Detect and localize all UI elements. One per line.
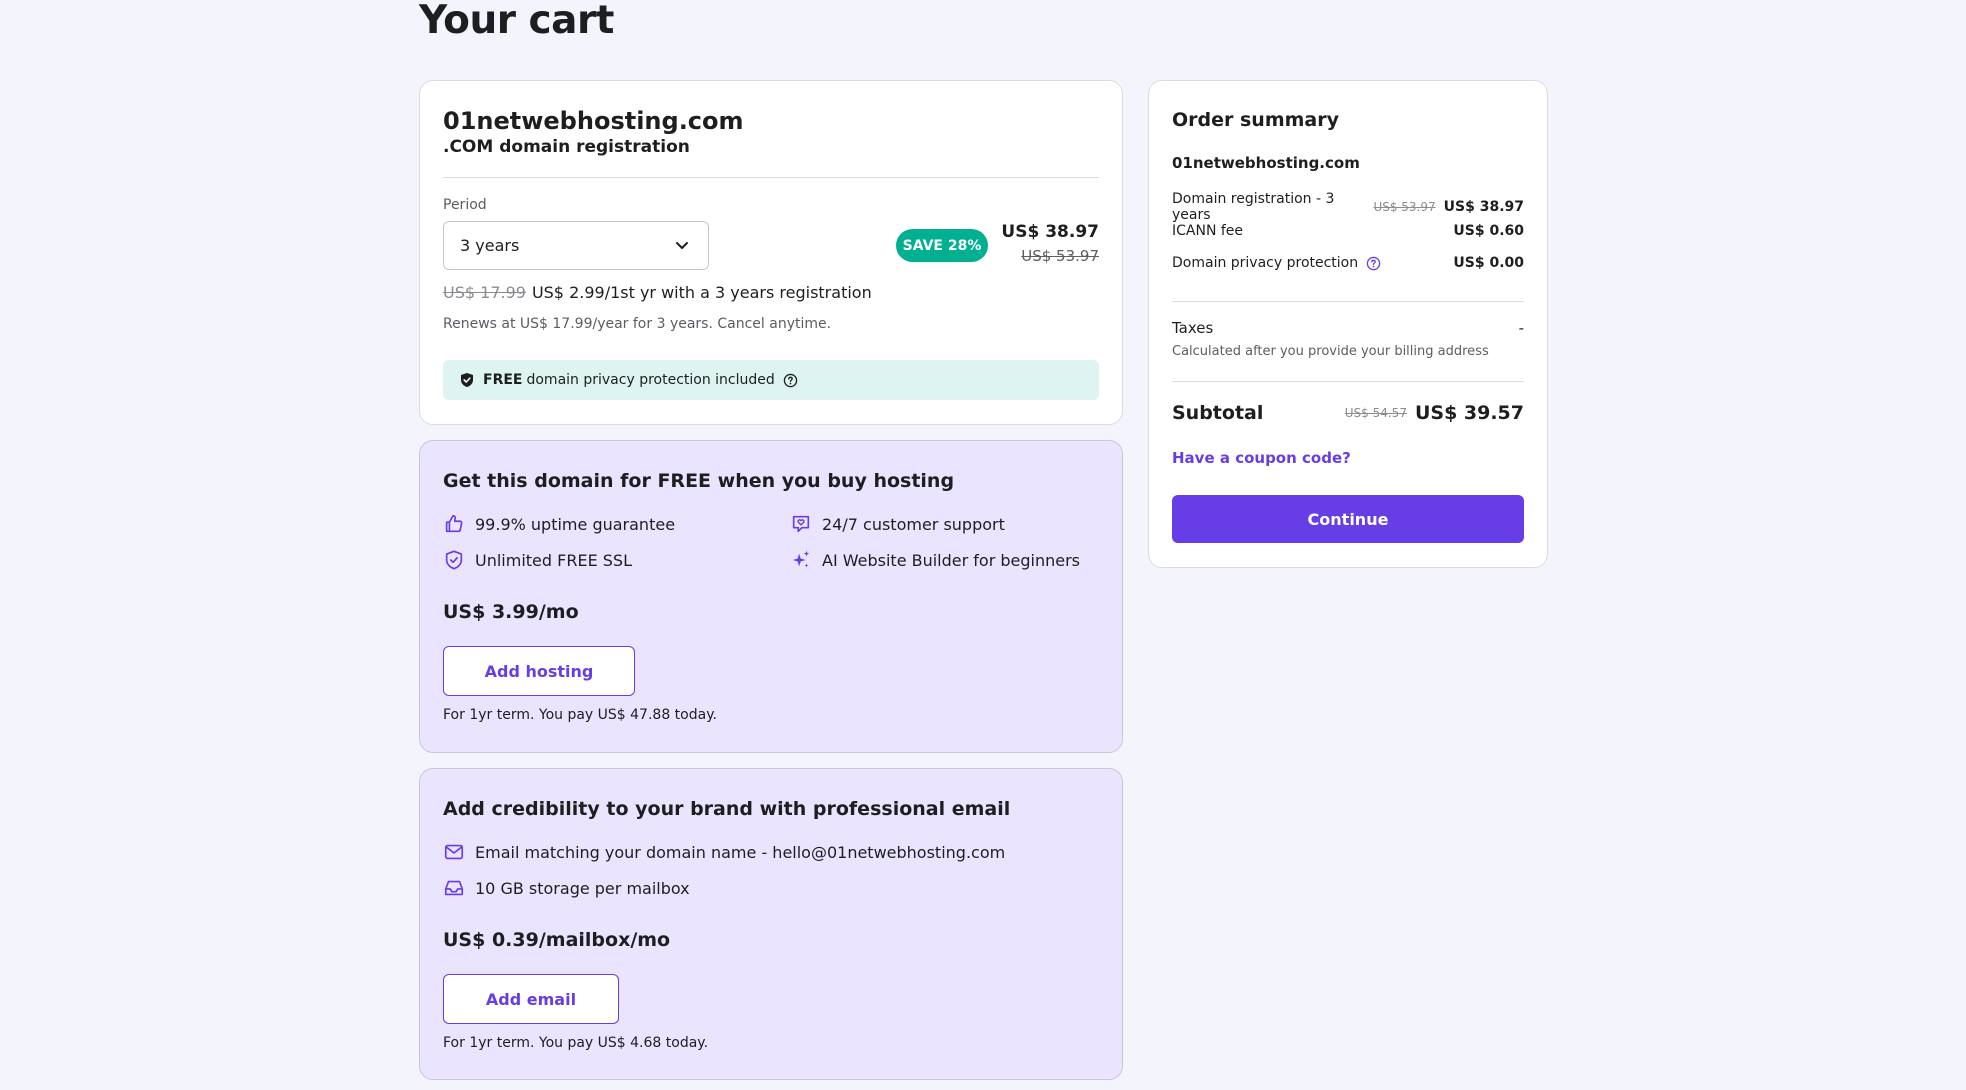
feature-ssl: Unlimited FREE SSL [443,549,632,571]
taxes-note: Calculated after you provide your billin… [1172,344,1489,359]
subtotal-label: Subtotal [1172,402,1264,424]
divider [1172,381,1524,382]
period-select-value: 3 years [460,236,520,255]
taxes-label: Taxes [1172,319,1214,337]
feature-label: Email matching your domain name - hello@… [475,842,1006,862]
domain-card: 01netwebhosting.com .COM domain registra… [419,80,1123,425]
domain-name: 01netwebhosting.com [443,107,744,135]
hosting-term-note: For 1yr term. You pay US$ 47.88 today. [443,707,717,723]
intro-strike-price: US$ 17.99 [443,283,526,302]
subtotal-amounts: US$ 54.57 US$ 39.57 [1345,402,1524,424]
privacy-free-label: FREE [483,372,523,388]
summary-row-label: Domain registration - 3 years [1172,191,1335,223]
summary-row-icann: ICANN fee US$ 0.60 [1172,223,1524,239]
shield-check-icon [445,550,463,570]
taxes-value: - [1518,319,1524,337]
summary-row-label: Domain privacy protection [1172,255,1359,271]
price-was: US$ 53.97 [1021,247,1099,265]
inbox-tray-icon [444,880,464,896]
summary-row-amount: US$ 0.00 [1453,255,1524,271]
question-circle-icon[interactable] [783,373,798,388]
period-label: Period [443,197,487,213]
period-select[interactable]: 3 years [443,221,709,270]
domain-product: .COM domain registration [443,137,690,157]
feature-label: AI Website Builder for beginners [822,550,1081,570]
email-term-note: For 1yr term. You pay US$ 4.68 today. [443,1035,709,1051]
subtotal-old-price: US$ 54.57 [1344,406,1407,420]
privacy-text: domain privacy protection included [526,372,775,388]
feature-support: 24/7 customer support [790,513,1005,535]
chat-heart-icon [792,515,810,533]
feature-email-domain: Email matching your domain name - hello@… [443,841,1005,863]
summary-row-registration: Domain registration - 3 years US$ 53.97 … [1172,191,1524,223]
summary-row-amount: US$ 38.97 [1443,199,1524,215]
summary-row-amount: US$ 0.60 [1453,223,1524,239]
feature-label: 99.9% uptime guarantee [475,514,676,534]
email-price: US$ 0.39/mailbox/mo [443,929,671,951]
email-promo-title: Add credibility to your brand with profe… [443,798,1011,820]
coupon-code-link[interactable]: Have a coupon code? [1172,449,1351,467]
summary-row-privacy: Domain privacy protection US$ 0.00 [1172,255,1524,271]
hosting-promo-card: Get this domain for FREE when you buy ho… [419,440,1123,753]
feature-label: 24/7 customer support [822,514,1005,534]
sparkles-icon [792,550,810,568]
feature-ai-builder: AI Website Builder for beginners [790,549,1080,571]
hosting-price: US$ 3.99/mo [443,601,579,623]
hosting-promo-title: Get this domain for FREE when you buy ho… [443,470,955,492]
feature-label: Unlimited FREE SSL [475,550,632,570]
feature-storage: 10 GB storage per mailbox [443,877,690,899]
order-summary-card: Order summary 01netwebhosting.com Domain… [1148,80,1548,568]
question-circle-icon[interactable] [1366,256,1381,271]
order-summary-title: Order summary [1172,109,1340,131]
divider [1172,301,1524,302]
add-email-button[interactable]: Add email [443,974,619,1024]
price-now: US$ 38.97 [1001,222,1099,242]
summary-domain: 01netwebhosting.com [1172,154,1360,172]
add-hosting-button[interactable]: Add hosting [443,646,635,696]
privacy-banner: FREE domain privacy protection included [443,360,1099,400]
save-badge: SAVE 28% [896,229,988,262]
envelope-icon [444,844,464,860]
renew-text: Renews at US$ 17.99/year for 3 years. Ca… [443,316,832,332]
chevron-down-icon [676,242,688,249]
feature-uptime: 99.9% uptime guarantee [443,513,675,535]
intro-price-line: US$ 17.99 US$ 2.99/1st yr with a 3 years … [443,283,872,302]
divider [443,177,1099,178]
shield-check-icon [461,373,473,387]
subtotal-amount: US$ 39.57 [1414,402,1524,424]
summary-row-label-wrap: Domain privacy protection [1172,255,1453,271]
continue-button[interactable]: Continue [1172,495,1524,543]
summary-row-label: ICANN fee [1172,223,1244,239]
feature-label: 10 GB storage per mailbox [475,878,690,898]
email-promo-card: Add credibility to your brand with profe… [419,768,1123,1080]
page-title: Your cart [419,0,614,43]
summary-row-old-price: US$ 53.97 [1373,200,1436,214]
intro-price-text: US$ 2.99/1st yr with a 3 years registrat… [531,283,872,302]
thumbs-up-icon [445,514,463,533]
